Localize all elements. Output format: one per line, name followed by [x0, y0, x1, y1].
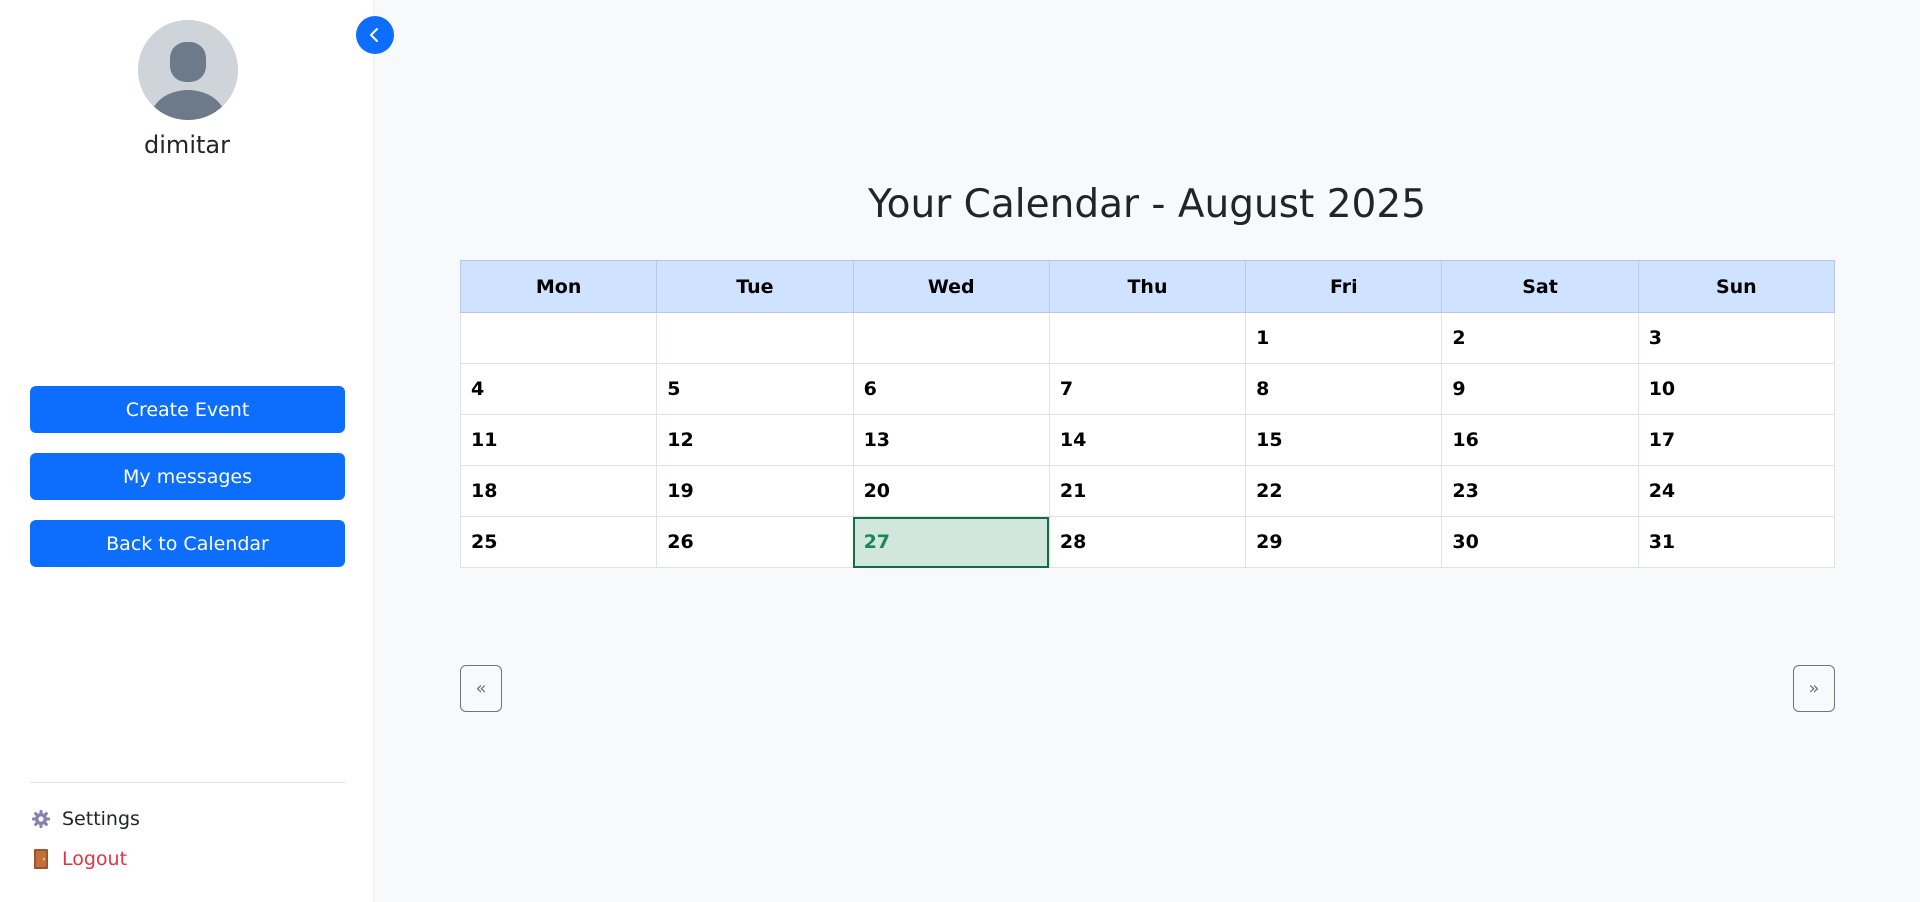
sidebar-divider — [30, 782, 345, 783]
calendar-day[interactable]: 5 — [656, 363, 854, 415]
calendar-day[interactable]: 18 — [459, 465, 658, 517]
calendar-day[interactable]: 1 — [1245, 312, 1443, 364]
calendar-day-empty — [656, 312, 854, 364]
sidebar: dimitar Create Event My messages Back to… — [0, 0, 374, 902]
main-content: Your Calendar - August 2025 Mon Tue Wed … — [374, 0, 1920, 902]
calendar-day[interactable]: 8 — [1245, 363, 1443, 415]
calendar-day[interactable]: 19 — [656, 465, 854, 517]
calendar-day[interactable]: 30 — [1441, 516, 1639, 568]
calendar-day-empty — [459, 312, 658, 364]
calendar-week-row: 4 5 6 7 8 9 10 — [459, 363, 1836, 415]
calendar-day[interactable]: 25 — [459, 516, 658, 568]
calendar-day[interactable]: 15 — [1245, 414, 1443, 466]
calendar-day[interactable]: 26 — [656, 516, 854, 568]
calendar-day[interactable]: 14 — [1048, 414, 1247, 466]
logout-label: Logout — [62, 848, 128, 870]
calendar-day[interactable]: 2 — [1441, 312, 1639, 364]
calendar-day[interactable]: 13 — [852, 414, 1050, 466]
weekday-header: Sun — [1637, 260, 1836, 313]
calendar-week-row: 25 26 27 28 29 30 31 — [459, 516, 1836, 568]
calendar-grid: Mon Tue Wed Thu Fri Sat Sun 1 2 3 4 5 6 … — [459, 260, 1836, 568]
calendar-day-empty — [852, 312, 1050, 364]
door-icon — [30, 848, 52, 870]
settings-label: Settings — [62, 808, 140, 830]
calendar-day[interactable]: 17 — [1637, 414, 1836, 466]
weekday-header: Fri — [1245, 260, 1443, 313]
calendar-day[interactable]: 24 — [1637, 465, 1836, 517]
create-event-button[interactable]: Create Event — [30, 386, 345, 433]
collapse-sidebar-button[interactable] — [356, 16, 394, 54]
username: dimitar — [144, 131, 230, 159]
calendar-day[interactable]: 31 — [1637, 516, 1836, 568]
settings-link[interactable]: Settings — [30, 805, 140, 833]
weekday-header: Wed — [852, 260, 1050, 313]
calendar-day-empty — [1048, 312, 1247, 364]
weekday-header: Sat — [1441, 260, 1639, 313]
calendar-day[interactable]: 21 — [1048, 465, 1247, 517]
logout-link[interactable]: Logout — [30, 845, 127, 873]
next-month-button[interactable]: » — [1793, 665, 1835, 712]
chevron-left-icon — [368, 27, 382, 43]
calendar-day[interactable]: 7 — [1048, 363, 1247, 415]
weekday-header: Thu — [1048, 260, 1247, 313]
calendar-day[interactable]: 9 — [1441, 363, 1639, 415]
calendar-day[interactable]: 22 — [1245, 465, 1443, 517]
calendar-day[interactable]: 6 — [852, 363, 1050, 415]
calendar-week-row: 11 12 13 14 15 16 17 — [459, 414, 1836, 466]
calendar-day[interactable]: 20 — [852, 465, 1050, 517]
calendar: Mon Tue Wed Thu Fri Sat Sun 1 2 3 4 5 6 … — [459, 260, 1836, 568]
weekday-header-row: Mon Tue Wed Thu Fri Sat Sun — [459, 260, 1836, 313]
calendar-day-today[interactable]: 27 — [852, 516, 1050, 568]
user-avatar-icon — [138, 20, 238, 120]
app-root: dimitar Create Event My messages Back to… — [0, 0, 1920, 902]
weekday-header: Mon — [459, 260, 658, 313]
page-title: Your Calendar - August 2025 — [867, 182, 1427, 227]
weekday-header: Tue — [656, 260, 854, 313]
calendar-day[interactable]: 12 — [656, 414, 854, 466]
calendar-day[interactable]: 11 — [459, 414, 658, 466]
calendar-day[interactable]: 10 — [1637, 363, 1836, 415]
my-messages-button[interactable]: My messages — [30, 453, 345, 500]
calendar-day[interactable]: 23 — [1441, 465, 1639, 517]
calendar-day[interactable]: 4 — [459, 363, 658, 415]
calendar-day[interactable]: 3 — [1637, 312, 1836, 364]
calendar-day[interactable]: 29 — [1245, 516, 1443, 568]
back-to-calendar-button[interactable]: Back to Calendar — [30, 520, 345, 567]
calendar-week-row: 18 19 20 21 22 23 24 — [459, 465, 1836, 517]
calendar-day[interactable]: 28 — [1048, 516, 1247, 568]
calendar-week-row: 1 2 3 — [459, 312, 1836, 364]
previous-month-button[interactable]: « — [460, 665, 502, 712]
calendar-day[interactable]: 16 — [1441, 414, 1639, 466]
gear-icon — [30, 808, 52, 830]
